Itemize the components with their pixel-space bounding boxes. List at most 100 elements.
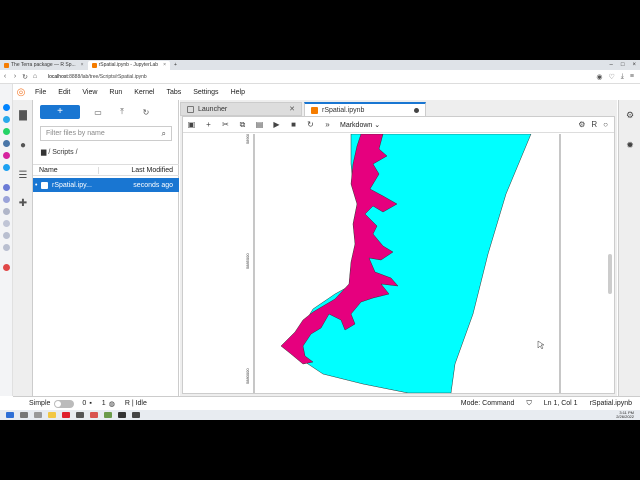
pin-icon[interactable] [3, 264, 10, 271]
reload-icon[interactable]: ↻ [20, 73, 30, 81]
menu-edit[interactable]: Edit [52, 89, 76, 96]
app-icon[interactable] [76, 412, 84, 418]
main-area: Launcher ✕ rSpatial.ipynb ▣ + ✂ ⧉ ▤ ▶ ■ … [180, 100, 617, 396]
debugger-icon[interactable]: ✹ [624, 140, 636, 152]
forward-icon[interactable]: › [10, 73, 20, 80]
app-icon[interactable] [118, 412, 126, 418]
back-icon[interactable]: ‹ [0, 73, 10, 80]
copy-icon[interactable]: ⧉ [234, 120, 251, 130]
stop-icon[interactable]: ■ [285, 120, 302, 129]
kernels-count[interactable]: 1 ◍ [102, 400, 115, 408]
column-modified[interactable]: Last Modified [131, 167, 173, 174]
window-close-icon[interactable]: × [632, 62, 636, 68]
close-icon[interactable]: × [81, 62, 84, 68]
running-icon[interactable]: ● [17, 140, 29, 152]
folder-icon[interactable]: ▇ [17, 110, 29, 122]
menu-view[interactable]: View [76, 89, 103, 96]
browser-tab-0[interactable]: The Terra package — R Sp... × [0, 61, 88, 70]
restart-icon[interactable]: ↻ [302, 120, 319, 129]
maximize-icon[interactable]: □ [621, 62, 625, 68]
cursor-position[interactable]: Ln 1, Col 1 [544, 400, 578, 408]
heart-icon[interactable]: ♡ [609, 73, 615, 81]
heart-icon[interactable] [3, 220, 10, 227]
file-browser: + ▭ ⤒ ↻ Filter files by name ⌕ ▆ / Scrip… [33, 100, 179, 396]
opera-icon[interactable] [62, 412, 70, 418]
send-icon[interactable] [3, 196, 10, 203]
menu-help[interactable]: Help [225, 89, 251, 96]
menu-kernel[interactable]: Kernel [128, 89, 160, 96]
upload-icon[interactable]: ⤒ [110, 107, 134, 117]
file-explorer-icon[interactable] [48, 412, 56, 418]
new-launcher-button[interactable]: + [40, 105, 80, 119]
menu-icon[interactable]: ≡ [630, 73, 634, 81]
menu-tabs[interactable]: Tabs [160, 89, 187, 96]
vk-icon[interactable] [3, 140, 10, 147]
close-icon[interactable]: ✕ [281, 105, 295, 113]
window-controls: – □ × [610, 62, 640, 68]
paste-icon[interactable]: ▤ [251, 120, 268, 129]
trusted-icon[interactable]: ⛉ [526, 400, 531, 408]
breadcrumb[interactable]: ▆ / Scripts / [41, 148, 78, 156]
tab-launcher[interactable]: Launcher ✕ [180, 102, 302, 116]
new-folder-icon[interactable]: ▭ [86, 108, 110, 117]
output-scrollbar[interactable] [608, 254, 612, 294]
camera-icon[interactable]: ◉ [596, 73, 602, 81]
app-icon[interactable] [90, 412, 98, 418]
file-row[interactable]: • rSpatial.ipy... seconds ago [33, 178, 179, 192]
app-icon[interactable] [132, 412, 140, 418]
column-name[interactable]: Name [39, 166, 99, 174]
property-inspector-icon[interactable]: ⚙ [624, 110, 636, 122]
download-icon[interactable]: ⤓ [621, 73, 624, 81]
search-icon: ⌕ [161, 128, 166, 138]
gear-icon[interactable] [3, 244, 10, 251]
kernel-name[interactable]: R [591, 120, 597, 129]
debugger-icon[interactable]: ⚙ [578, 120, 585, 129]
filter-input[interactable]: Filter files by name ⌕ [40, 126, 172, 141]
minimize-icon[interactable]: – [610, 62, 613, 68]
ytick-label: 5890000 [245, 134, 250, 144]
toc-icon[interactable]: ☰ [17, 170, 29, 182]
task-view-icon[interactable] [34, 412, 42, 418]
cell-type-select[interactable]: Markdown ⌄ [340, 121, 380, 129]
close-icon[interactable]: × [163, 62, 166, 68]
start-icon[interactable] [6, 412, 14, 418]
terminals-count[interactable]: 0 ▪ [82, 400, 91, 407]
status-filename: rSpatial.ipynb [589, 399, 632, 407]
messenger-icon[interactable] [3, 104, 10, 111]
extension-icon[interactable]: ✚ [17, 198, 29, 210]
whatsapp-icon[interactable] [3, 128, 10, 135]
twitter-icon[interactable] [3, 164, 10, 171]
app-icon[interactable] [104, 412, 112, 418]
player-icon[interactable] [3, 184, 10, 191]
terminal-icon: ▪ [89, 400, 92, 407]
menu-settings[interactable]: Settings [187, 89, 224, 96]
menu-run[interactable]: Run [103, 89, 128, 96]
instagram-icon[interactable] [3, 152, 10, 159]
add-cell-icon[interactable]: + [200, 120, 217, 129]
map-plot: 5890000 5885000 5880000 [245, 134, 561, 393]
notebook-panel: ▣ + ✂ ⧉ ▤ ▶ ■ ↻ » Markdown ⌄ ⚙ R ○ 58900… [182, 116, 615, 394]
tab-favicon-icon [4, 62, 9, 68]
simple-mode-toggle[interactable] [54, 399, 75, 408]
new-tab-icon[interactable]: + [174, 62, 177, 68]
kernel-status-icon: ○ [603, 120, 608, 129]
history-icon[interactable] [3, 232, 10, 239]
url-field[interactable]: localhost:8888/lab/tree/Scripts/rSpatial… [48, 74, 596, 80]
home-icon[interactable]: ⌂ [30, 73, 40, 80]
search-icon[interactable] [20, 412, 28, 418]
cut-icon[interactable]: ✂ [217, 120, 234, 129]
fast-forward-icon[interactable]: » [319, 120, 336, 129]
system-clock[interactable]: 3:11 PM 2/26/2022 [616, 411, 634, 419]
run-icon[interactable]: ▶ [268, 120, 285, 129]
browser-tab-1[interactable]: rSpatial.ipynb - JupyterLab × [87, 60, 170, 70]
address-bar: ‹ › ↻ ⌂ localhost:8888/lab/tree/Scripts/… [0, 70, 640, 84]
menu-file[interactable]: File [29, 89, 52, 96]
tab-notebook[interactable]: rSpatial.ipynb [304, 102, 426, 116]
clock-icon[interactable] [3, 208, 10, 215]
mouse-cursor-icon [537, 340, 545, 350]
refresh-icon[interactable]: ↻ [134, 108, 158, 117]
unsaved-dot-icon[interactable] [414, 107, 419, 113]
telegram-icon[interactable] [3, 116, 10, 123]
kernel-status[interactable]: R | Idle [125, 400, 147, 407]
save-icon[interactable]: ▣ [183, 120, 200, 129]
